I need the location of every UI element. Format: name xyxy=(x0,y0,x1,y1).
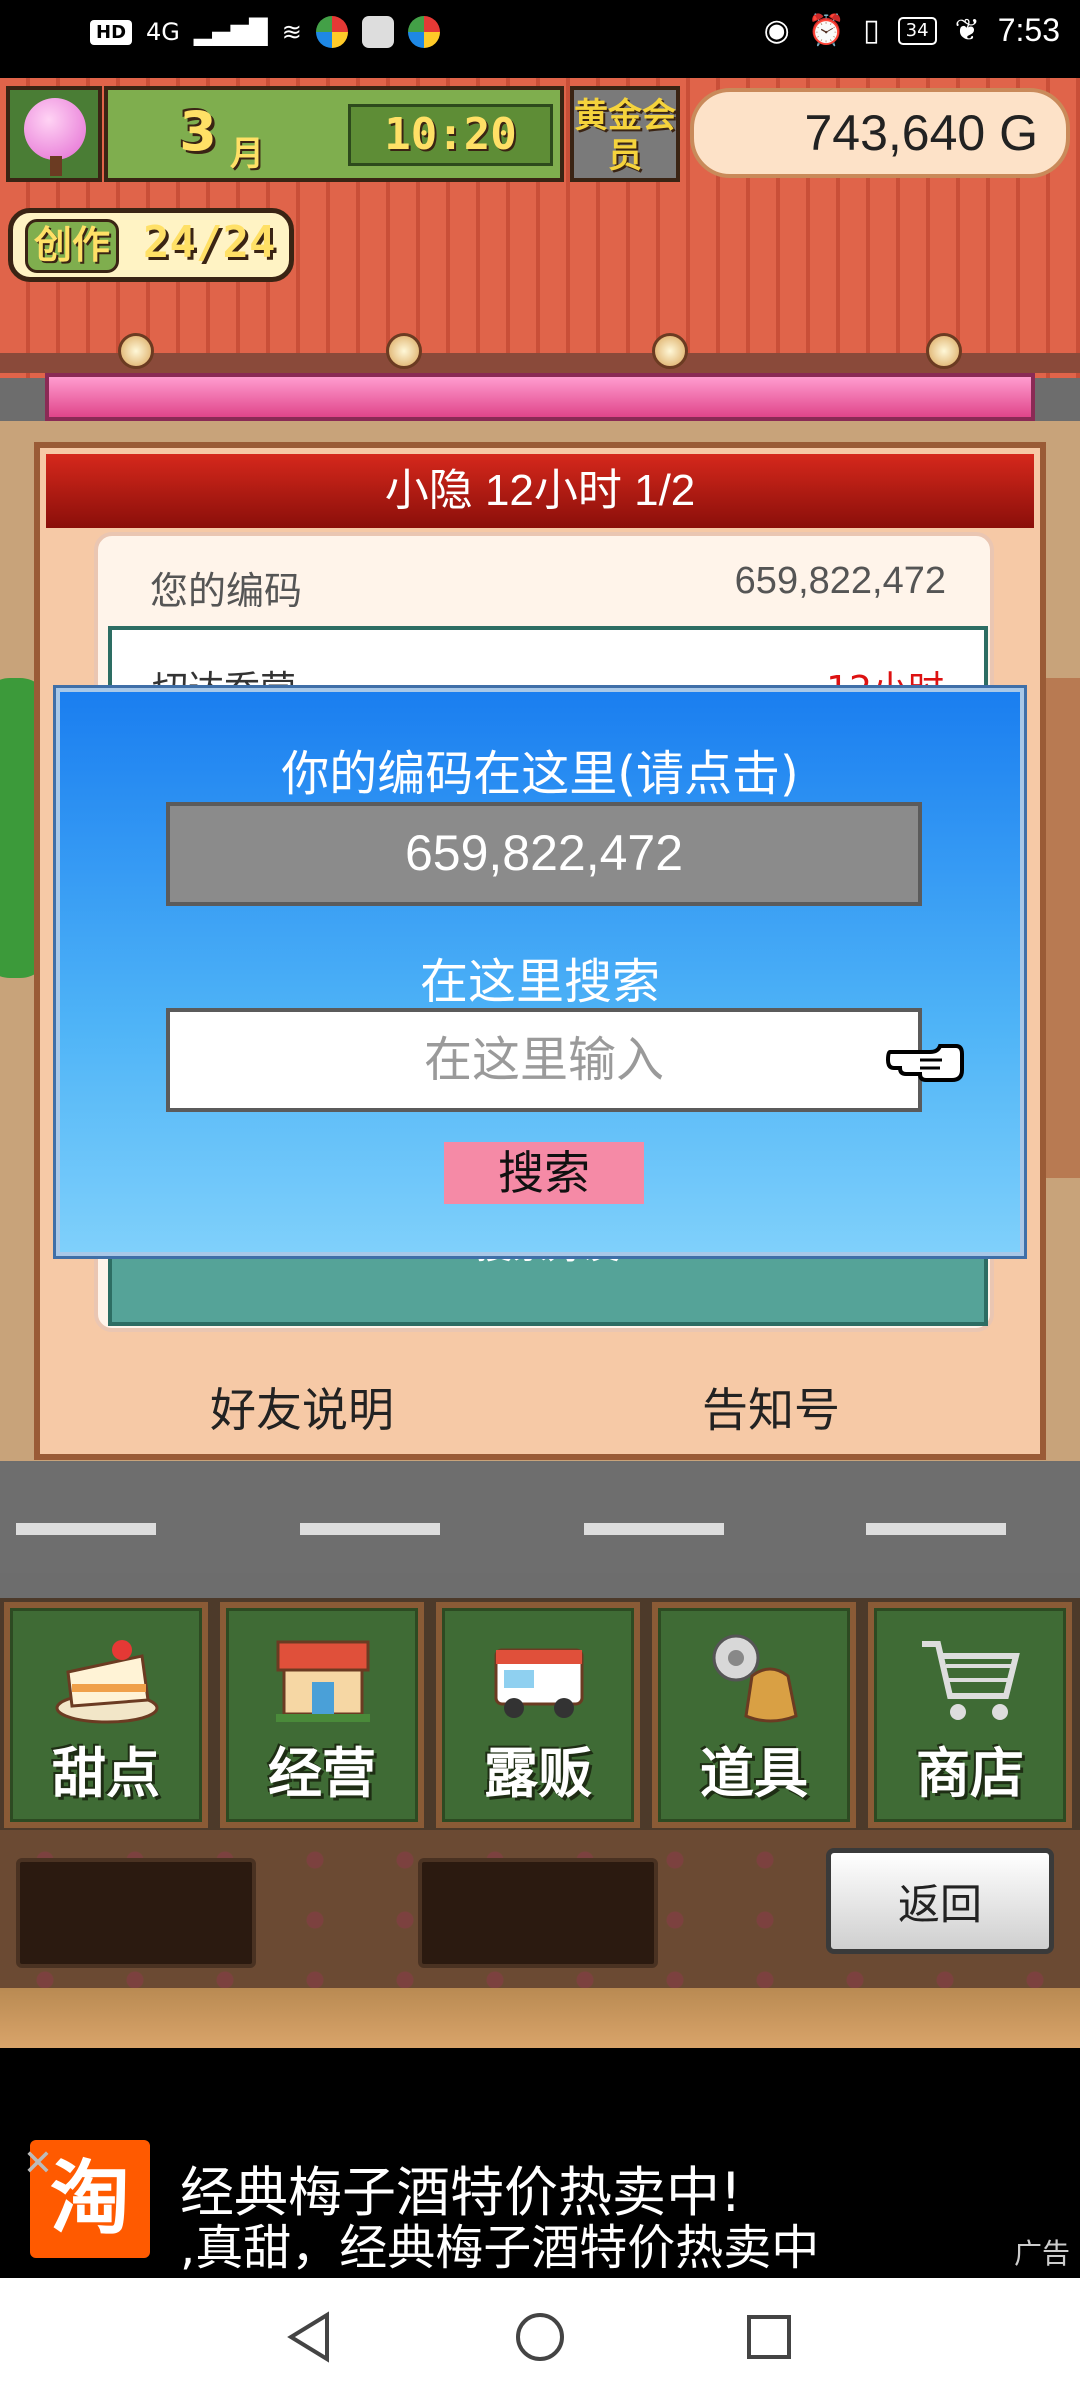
app-notification-icon xyxy=(361,16,394,48)
back-button[interactable]: 返回 xyxy=(826,1848,1054,1954)
empty-slot xyxy=(16,1858,256,1968)
search-dialog: 你的编码在这里(请点击) 659,822,472 在这里搜索 搜索 xyxy=(56,688,1024,1256)
roof-edge xyxy=(0,353,1080,373)
menu-label: 甜点 xyxy=(52,1742,160,1805)
game-screen: 3 月 10:20 黄金会员 743,640 G 创作 24/24 小隐 12小… xyxy=(0,78,1080,2048)
panel-title: 小隐 12小时 1/2 xyxy=(46,454,1034,528)
code-value: 659,822,472 xyxy=(734,560,946,602)
hd-badge: HD xyxy=(90,19,133,45)
shop-icon xyxy=(276,1640,370,1722)
road-dash xyxy=(866,1523,1006,1535)
create-counter[interactable]: 创作 24/24 xyxy=(8,208,294,282)
navigation-bar xyxy=(0,2278,1080,2400)
code-label: 您的编码 xyxy=(150,569,303,613)
triangle-back-icon xyxy=(287,2311,329,2363)
your-code-button[interactable]: 659,822,472 xyxy=(166,802,922,906)
tray-strip xyxy=(0,1988,1080,2048)
menu-item-tools[interactable]: 道具 xyxy=(652,1602,856,1828)
alarm-icon: ⏰ xyxy=(807,13,846,48)
menu-item-manage[interactable]: 经营 xyxy=(220,1602,424,1828)
menu-item-dessert[interactable]: 甜点 xyxy=(4,1602,208,1828)
lamp-icon xyxy=(118,333,154,369)
code-row: 您的编码 659,822,472 xyxy=(98,546,998,616)
network-label: 4G xyxy=(146,18,180,46)
recents-nav-button[interactable] xyxy=(734,2302,804,2372)
menu-item-store[interactable]: 商店 xyxy=(868,1602,1072,1828)
month-number: 3 xyxy=(179,100,217,163)
dialog-title: 你的编码在这里(请点击) xyxy=(281,746,799,802)
notice-link[interactable]: 告知号 xyxy=(702,1374,840,1440)
road-dash xyxy=(584,1523,724,1535)
status-left: HD 4G ▂▄▆█ ≋ xyxy=(90,16,440,48)
date-bar: 3 月 10:20 xyxy=(104,86,564,182)
food-truck-icon xyxy=(494,1648,584,1718)
ad-subline: ,真甜，经典梅子酒特价热卖中 xyxy=(180,2220,820,2276)
lamp-icon xyxy=(652,333,688,369)
pointing-hand-icon xyxy=(886,1044,964,1082)
menu-item-stall[interactable]: 露贩 xyxy=(436,1602,640,1828)
menu-label: 经营 xyxy=(268,1742,376,1805)
blossom-tree-icon xyxy=(24,98,86,160)
game-clock: 10:20 xyxy=(348,104,553,166)
menu-label: 道具 xyxy=(700,1742,808,1805)
tree-trunk xyxy=(50,156,62,176)
cart-icon xyxy=(922,1641,1020,1720)
home-nav-button[interactable] xyxy=(505,2302,575,2372)
menu-label: 露贩 xyxy=(484,1742,592,1805)
status-bar: HD 4G ▂▄▆█ ≋ ◉ ⏰ ▯ 34 ❦ 7:53 xyxy=(0,0,1080,78)
money-display: 743,640 G xyxy=(690,88,1070,178)
battery-icon: 34 xyxy=(897,16,937,45)
month-display: 3 月 xyxy=(168,100,278,174)
items-bag-icon xyxy=(712,1634,798,1723)
pink-awning xyxy=(45,373,1035,421)
road-dash xyxy=(16,1523,156,1535)
clock-time: 7:53 xyxy=(997,12,1060,48)
friend-help-link[interactable]: 好友说明 xyxy=(210,1374,394,1440)
lamp-icon xyxy=(386,333,422,369)
menu-label: 商店 xyxy=(916,1742,1024,1805)
main-menu: 甜点 经营 露贩 道具 商店 xyxy=(0,1598,1080,1830)
leaf-icon: ❦ xyxy=(954,13,980,48)
status-right: ◉ ⏰ ▯ 34 ❦ 7:53 xyxy=(764,12,1060,49)
gold-member-badge[interactable]: 黄金会员 xyxy=(570,86,680,182)
ad-banner[interactable]: 淘 ✕ 经典梅子酒特价热卖中! ,真甜，经典梅子酒特价热卖中 广告 xyxy=(0,2048,1080,2278)
street xyxy=(0,1463,1080,1573)
search-button[interactable]: 搜索 xyxy=(444,1142,644,1204)
search-input[interactable] xyxy=(166,1008,922,1112)
empty-slot xyxy=(418,1858,658,1968)
cake-icon xyxy=(55,1640,159,1724)
vibrate-icon: ▯ xyxy=(863,13,880,48)
back-nav-button[interactable] xyxy=(274,2302,344,2372)
wifi-icon: ≋ xyxy=(281,18,302,46)
eye-icon: ◉ xyxy=(763,13,790,48)
circle-home-icon xyxy=(516,2313,564,2361)
app-notification-icon xyxy=(315,16,348,48)
create-label: 创作 xyxy=(25,219,120,273)
create-value: 24/24 xyxy=(143,217,276,268)
ad-label: 广告 xyxy=(1013,2237,1070,2270)
avatar[interactable] xyxy=(6,86,102,182)
bottom-tray: 返回 xyxy=(0,1830,1080,2048)
signal-icon: ▂▄▆█ xyxy=(193,18,268,46)
app-notification-icon xyxy=(407,16,440,48)
square-recents-icon xyxy=(747,2315,791,2359)
month-label: 月 xyxy=(230,134,264,174)
search-label: 在这里搜索 xyxy=(419,954,660,1010)
close-icon[interactable]: ✕ xyxy=(18,2144,58,2184)
lamp-icon xyxy=(926,333,962,369)
road-dash xyxy=(300,1523,440,1535)
